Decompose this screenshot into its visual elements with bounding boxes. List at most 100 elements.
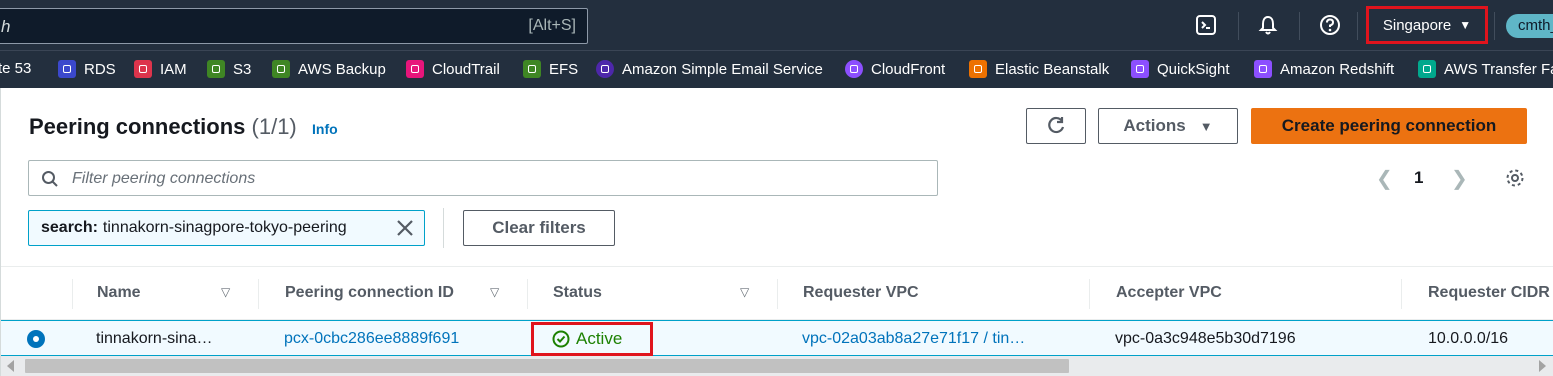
sort-icon[interactable]: ▽ [740, 285, 749, 299]
favorite-label: AWS Backup [298, 60, 386, 78]
favorite-s3[interactable]: S3 [207, 60, 251, 78]
column-header-accepter-vpc[interactable]: Accepter VPC [1116, 284, 1222, 302]
column-divider [777, 279, 778, 309]
rds-icon [58, 60, 76, 78]
favorite-efs[interactable]: EFS [523, 60, 578, 78]
favorite-ses[interactable]: Amazon Simple Email Service [596, 60, 823, 78]
favorite-label: Amazon Redshift [1280, 60, 1395, 78]
favorite-label: CloudTrail [432, 60, 500, 78]
column-divider [1401, 279, 1402, 309]
scroll-left-icon[interactable] [7, 360, 14, 372]
actions-button[interactable]: Actions ▼ [1098, 108, 1238, 144]
favorite-label: EFS [549, 60, 579, 78]
favorite-label: S3 [233, 60, 252, 78]
favorite-cloudtrail[interactable]: CloudTrail [406, 60, 500, 78]
favorite-aws-backup[interactable]: AWS Backup [272, 60, 386, 78]
row-select-radio[interactable] [27, 330, 45, 348]
column-header-name[interactable]: Name [97, 284, 141, 302]
favorite-cloudfront[interactable]: CloudFront [845, 60, 945, 78]
token-key: search: [41, 219, 98, 236]
favorite-route53[interactable]: te 53 [0, 60, 31, 77]
caret-down-icon: ▼ [1199, 118, 1213, 134]
iam-icon [134, 60, 152, 78]
help-icon[interactable] [1318, 13, 1342, 37]
status-text: Active [576, 329, 623, 348]
quicksight-icon [1131, 60, 1149, 78]
favorite-label: QuickSight [1157, 60, 1230, 78]
caret-down-icon: ▼ [1459, 18, 1472, 32]
refresh-icon [1048, 116, 1065, 134]
column-divider [72, 279, 73, 309]
cell-name: tinnakorn-sina… [96, 330, 213, 347]
column-header-requester-vpc[interactable]: Requester VPC [803, 284, 919, 302]
previous-page-icon[interactable]: ❮ [1376, 166, 1393, 191]
cloudshell-icon[interactable] [1194, 13, 1218, 37]
actions-label: Actions [1123, 116, 1186, 135]
s3-icon [207, 60, 225, 78]
beanstalk-icon [969, 60, 987, 78]
divider [1299, 12, 1300, 40]
next-page-icon[interactable]: ❯ [1451, 166, 1468, 191]
favorite-label: AWS Transfer Fa [1444, 60, 1553, 78]
favorite-label: te 53 [0, 60, 32, 77]
search-shortcut-hint: [Alt+S] [528, 17, 576, 34]
divider [1238, 12, 1239, 40]
favorites-bar: te 53 RDS IAM S3 AWS Backup CloudTrail E… [0, 50, 1553, 88]
remove-token-close-icon[interactable] [395, 218, 415, 243]
search-icon [42, 171, 58, 187]
unified-search-input[interactable]: h [Alt+S] [0, 8, 588, 44]
account-menu[interactable]: cmth_ [1506, 14, 1553, 38]
check-circle-icon [552, 330, 570, 348]
favorite-label: IAM [160, 60, 187, 78]
column-header-status[interactable]: Status [553, 284, 602, 302]
title-count: (1/1) [251, 114, 297, 139]
filter-input[interactable]: Filter peering connections [28, 160, 938, 196]
column-divider [258, 279, 259, 309]
favorite-rds[interactable]: RDS [58, 60, 116, 78]
scrollbar-thumb[interactable] [25, 359, 1069, 373]
favorite-label: RDS [84, 60, 116, 78]
refresh-button[interactable] [1026, 108, 1086, 144]
page-title: Peering connections (1/1) [29, 114, 297, 140]
column-header-peering-id[interactable]: Peering connection ID [285, 284, 454, 302]
cloudtrail-icon [406, 60, 424, 78]
favorite-redshift[interactable]: Amazon Redshift [1254, 60, 1394, 78]
notifications-bell-icon[interactable] [1256, 13, 1280, 37]
table-row[interactable]: tinnakorn-sina… pcx-0cbc286ee8889f691 Ac… [1, 320, 1553, 356]
clear-filters-button[interactable]: Clear filters [463, 210, 615, 246]
cell-peering-id-link[interactable]: pcx-0cbc286ee8889f691 [284, 330, 459, 348]
divider [1357, 12, 1358, 40]
favorite-quicksight[interactable]: QuickSight [1131, 60, 1230, 78]
column-header-requester-cidr[interactable]: Requester CIDR [1428, 284, 1550, 302]
favorite-label: Elastic Beanstalk [995, 60, 1110, 78]
transfer-icon [1418, 60, 1436, 78]
redshift-icon [1254, 60, 1272, 78]
current-page-number[interactable]: 1 [1414, 168, 1423, 188]
status-badge: Active [531, 322, 653, 356]
column-divider [1089, 279, 1090, 309]
favorite-label: Amazon Simple Email Service [622, 60, 823, 78]
region-selector[interactable]: Singapore ▼ [1366, 6, 1488, 44]
title-text: Peering connections [29, 114, 246, 139]
info-link[interactable]: Info [312, 121, 338, 137]
column-divider [527, 279, 528, 309]
favorite-iam[interactable]: IAM [134, 60, 187, 78]
create-peering-connection-button[interactable]: Create peering connection [1251, 108, 1527, 144]
settings-gear-icon[interactable] [1503, 166, 1527, 190]
divider [443, 208, 444, 248]
sort-icon[interactable]: ▽ [490, 285, 499, 299]
cell-requester-vpc-link[interactable]: vpc-02a03ab8a27e71f17 / tin… [802, 330, 1025, 348]
peering-connections-panel: Peering connections (1/1) Info Actions ▼… [0, 88, 1553, 376]
favorite-elastic-beanstalk[interactable]: Elastic Beanstalk [969, 60, 1109, 78]
region-label: Singapore [1382, 16, 1452, 34]
favorite-aws-transfer[interactable]: AWS Transfer Fa [1418, 60, 1553, 78]
favorite-label: CloudFront [871, 60, 946, 78]
cell-requester-cidr: 10.0.0.0/16 [1428, 330, 1509, 347]
backup-icon [272, 60, 290, 78]
table-header: Name ▽ Peering connection ID ▽ Status ▽ … [1, 266, 1553, 320]
filter-placeholder: Filter peering connections [72, 170, 256, 187]
token-value: tinnakorn-sinagpore-tokyo-peering [102, 219, 347, 236]
horizontal-scrollbar[interactable] [1, 356, 1553, 376]
sort-icon[interactable]: ▽ [221, 285, 230, 299]
scroll-right-icon[interactable] [1539, 360, 1546, 372]
